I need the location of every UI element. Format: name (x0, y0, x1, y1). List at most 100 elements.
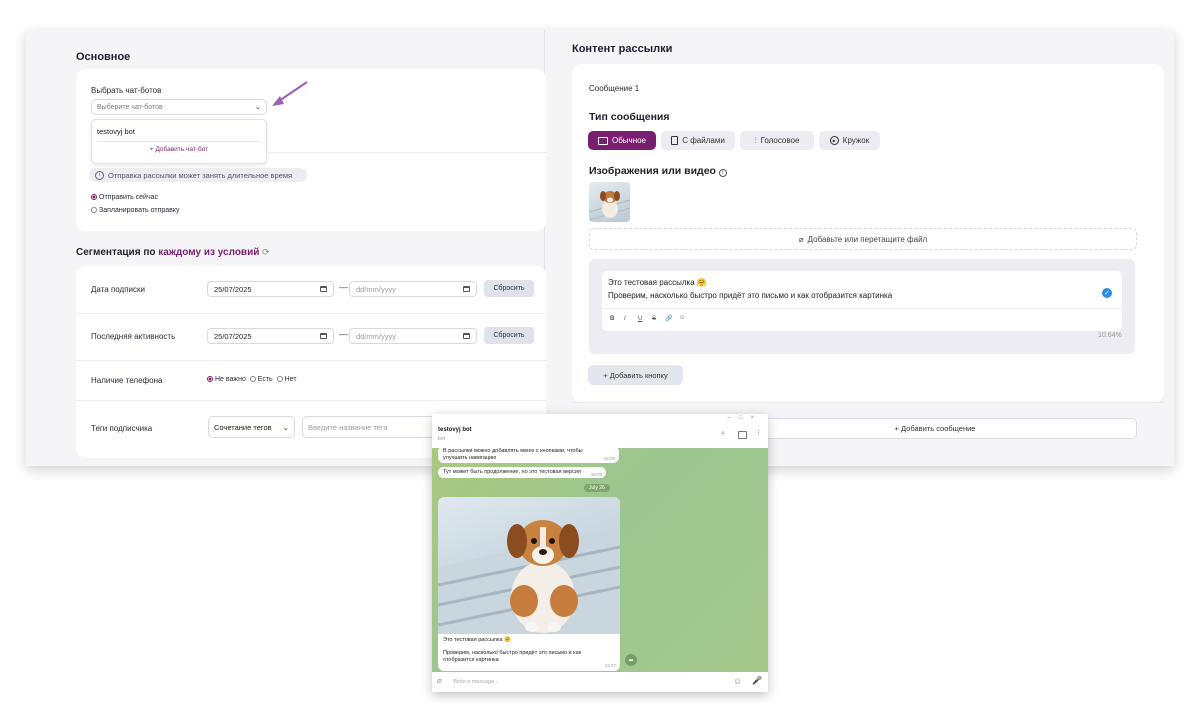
last-activity-label: Последняя активность (91, 332, 176, 341)
search-icon[interactable]: ⌕ (721, 430, 725, 438)
phone-option-yes[interactable]: Есть (249, 376, 273, 383)
calendar-icon[interactable] (463, 286, 470, 292)
editor-line-2: Проверим, насколько быстро придёт это пи… (608, 291, 893, 300)
minimize-icon[interactable]: – (728, 415, 739, 421)
puppy-image-icon (438, 520, 620, 635)
phone-options: Не важно Есть Нет (207, 376, 297, 383)
phone-option-no[interactable]: Нет (276, 376, 297, 383)
microphone-icon[interactable]: 🎤 (752, 676, 762, 685)
message-editor[interactable]: Это тестовая рассылка 🤗 Проверим, наскол… (602, 271, 1122, 331)
chat-name[interactable]: testovyj bot (438, 427, 472, 433)
sidebar-toggle-icon[interactable] (738, 431, 747, 439)
message-bubble-2: Тут может быть продолжение, но это тесто… (438, 467, 606, 478)
schedule-option[interactable]: Запланировать отправку (91, 207, 180, 214)
type-regular-button[interactable]: Обычное (588, 131, 656, 150)
message-1-time: 16:09 (603, 456, 615, 461)
forward-icon[interactable]: ➦ (625, 654, 637, 666)
type-voice-label: Голосовое (760, 136, 800, 145)
sub-date-to-placeholder: dd/mm/yyyy (356, 284, 397, 294)
emoji-icon[interactable]: ☺ (733, 676, 742, 686)
phone-yes-label: Есть (257, 376, 273, 383)
maximize-icon[interactable]: □ (739, 415, 751, 421)
calendar-icon[interactable] (463, 333, 470, 339)
message-2-text: Тут может быть продолжение, но это тесто… (443, 469, 581, 475)
type-circle-button[interactable]: ▶ Кружок (819, 131, 880, 150)
message-input[interactable]: Write a message... (453, 679, 499, 685)
link-icon[interactable]: 🔗 (665, 315, 672, 322)
add-chatbot-link[interactable]: + Добавить чат-бот (92, 146, 266, 153)
send-now-option[interactable]: Отправить сейчас (91, 194, 158, 201)
telegram-window: –□× testovyj bot bot ⌕ ⋮ В рассылки можн… (432, 414, 768, 692)
row-separator (76, 360, 546, 361)
last-activity-to-input[interactable]: dd/mm/yyyy (349, 328, 477, 344)
radio-on-icon (207, 376, 213, 383)
chatbots-select[interactable]: Выберите чат-ботов ⌄ (91, 99, 267, 115)
chatbots-placeholder: Выберите чат-ботов (97, 103, 163, 111)
type-voice-button[interactable]: ⫶ Голосовое (740, 131, 814, 150)
add-button-button[interactable]: + Добавить кнопку (588, 365, 683, 385)
dropdown-divider (98, 141, 260, 142)
phone-option-any[interactable]: Не важно (207, 376, 246, 383)
tags-combo-select[interactable]: Сочетание тегов ⌄ (208, 416, 295, 438)
segmentation-prefix: Сегментация по (76, 247, 156, 258)
send-now-label: Отправить сейчас (99, 194, 158, 201)
sub-date-to-input[interactable]: dd/mm/yyyy (349, 281, 477, 297)
duration-note-text: Отправка рассылки может занять длительно… (108, 170, 293, 180)
calendar-icon[interactable] (320, 333, 327, 339)
message-bubble-1: В рассылки можно добавлять меню с кнопка… (438, 448, 619, 463)
paperclip-icon: ⌀ (798, 234, 804, 244)
last-activity-to-placeholder: dd/mm/yyyy (356, 331, 397, 341)
caption-line-1: Это тестовая рассылка 🤗 (443, 637, 511, 643)
add-file-dropzone[interactable]: ⌀ Добавьте или перетащите файл (589, 228, 1137, 250)
bold-icon[interactable]: B (610, 316, 614, 322)
segmentation-condition-link[interactable]: каждому из условий (158, 247, 259, 258)
media-thumbnail[interactable] (589, 182, 630, 222)
char-percent: 10.64% (1098, 332, 1122, 339)
message-label: Сообщение 1 (589, 84, 640, 93)
row-separator (76, 400, 546, 401)
content-separator (572, 402, 1164, 403)
chat-area: В рассылки можно добавлять меню с кнопка… (432, 448, 768, 672)
refresh-icon[interactable]: ⟳ (262, 247, 270, 257)
reset-last-activity-button[interactable]: Сбросить (484, 327, 534, 344)
puppy-thumbnail-icon (589, 191, 630, 221)
range-dash: — (339, 329, 348, 339)
composer: ⌀ Write a message... ☺ 🎤 (432, 672, 768, 692)
close-icon[interactable]: × (750, 415, 762, 421)
tags-search-placeholder: Введите название тега (308, 422, 388, 432)
emoji-icon[interactable]: ☺ (679, 315, 685, 321)
tags-search-input[interactable]: Введите название тега (302, 416, 442, 438)
chevron-down-icon: ⌄ (255, 104, 261, 111)
editor-toolbar-divider (602, 308, 1122, 309)
calendar-icon[interactable] (320, 286, 327, 292)
type-files-label: С файлами (682, 136, 725, 145)
italic-icon[interactable]: I (624, 316, 626, 322)
more-vert-icon[interactable]: ⋮ (755, 429, 762, 437)
section-basic-title: Основное (76, 51, 131, 63)
dropdown-item-testovyj-bot[interactable]: testovyj bot (97, 127, 135, 136)
row-separator (76, 313, 546, 314)
reset-sub-date-button[interactable]: Сбросить (484, 280, 534, 297)
strikethrough-icon[interactable]: S (652, 316, 656, 322)
date-chip: July 26 (584, 484, 610, 492)
chatbots-label: Выбрать чат-ботов (91, 86, 162, 95)
add-message-button[interactable]: + Добавить сообщение (733, 418, 1137, 439)
add-file-label: Добавьте или перетащите файл (807, 234, 928, 244)
type-files-button[interactable]: С файлами (661, 131, 735, 150)
sub-date-label: Дата подписки (91, 285, 145, 294)
info-icon[interactable]: i (718, 169, 727, 177)
phone-any-label: Не важно (215, 376, 246, 383)
range-dash: — (339, 282, 348, 292)
underline-icon[interactable]: U (638, 316, 642, 322)
phone-no-label: Нет (284, 376, 297, 383)
sub-date-from-input[interactable]: 25/07/2025 (207, 281, 334, 297)
last-activity-from-value: 25/07/2025 (214, 331, 252, 341)
caption-line-2: Проверим, насколько быстро придёт это пи… (443, 650, 582, 663)
editor-line-1: Это тестовая рассылка 🤗 (608, 278, 707, 287)
caption-time: 12:27 (604, 663, 616, 668)
tags-label: Теги подписчика (91, 424, 153, 433)
attach-icon[interactable]: ⌀ (437, 676, 442, 685)
content-title: Контент рассылки (572, 43, 673, 55)
last-activity-from-input[interactable]: 25/07/2025 (207, 328, 334, 344)
message-image[interactable] (438, 497, 620, 635)
